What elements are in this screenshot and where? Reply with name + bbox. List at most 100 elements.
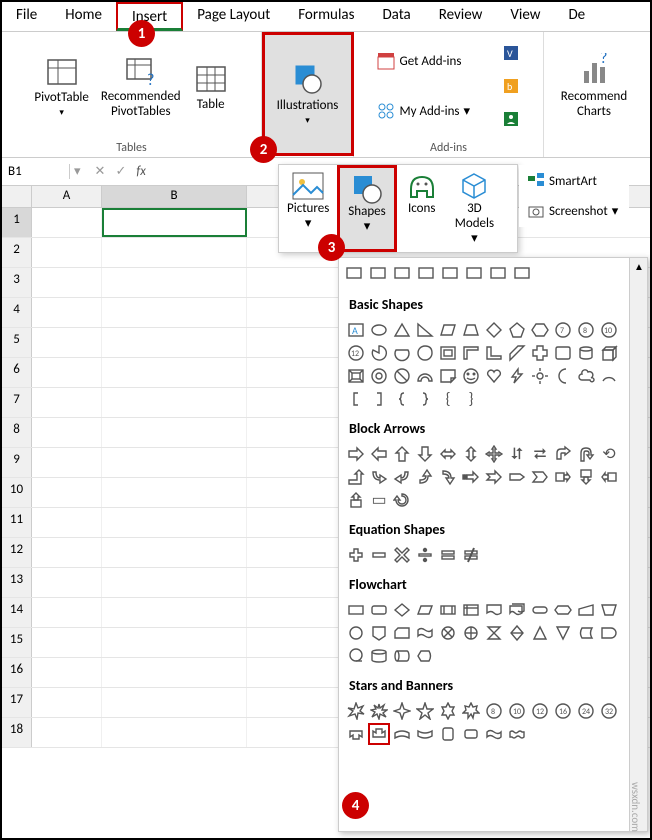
shape-brackets[interactable]: } xyxy=(460,388,482,410)
cell[interactable] xyxy=(102,568,247,597)
shape-multidoc[interactable] xyxy=(506,599,528,621)
shape-rect[interactable] xyxy=(343,262,365,284)
shape-arrow-circular[interactable] xyxy=(391,489,413,511)
cancel-icon[interactable]: ✕ xyxy=(95,164,106,179)
people-icon[interactable] xyxy=(502,110,520,128)
shape-connector[interactable] xyxy=(345,622,367,644)
row-header-11[interactable]: 11 xyxy=(2,508,32,537)
row-header-2[interactable]: 2 xyxy=(2,238,32,267)
shape-ribbon-curved-up[interactable] xyxy=(391,723,413,745)
shape-predefined[interactable] xyxy=(437,599,459,621)
smartart-button[interactable]: SmartArt xyxy=(523,169,625,193)
cell[interactable] xyxy=(102,538,247,567)
row-header-18[interactable]: 18 xyxy=(2,718,32,747)
row-header-14[interactable]: 14 xyxy=(2,598,32,627)
tab-review[interactable]: Review xyxy=(425,2,497,31)
shape-sort[interactable] xyxy=(506,622,528,644)
row-header-15[interactable]: 15 xyxy=(2,628,32,657)
pivot-table-button[interactable]: PivotTable ▾ xyxy=(28,36,95,136)
shape-can[interactable] xyxy=(575,342,597,364)
shape-divide[interactable] xyxy=(414,544,436,566)
row-header-1[interactable]: 1 xyxy=(2,208,32,237)
shape-arrow-bent-up[interactable] xyxy=(345,466,367,488)
shape-right-triangle[interactable] xyxy=(414,319,436,341)
cell[interactable] xyxy=(32,628,102,657)
bing-icon[interactable]: b xyxy=(502,77,520,95)
cell[interactable] xyxy=(32,268,102,297)
shape-decagon[interactable]: 10 xyxy=(598,319,620,341)
shape-delay[interactable] xyxy=(598,622,620,644)
shape-equals[interactable] xyxy=(437,544,459,566)
shape-data[interactable] xyxy=(414,599,436,621)
shape-arrow-home[interactable] xyxy=(506,466,528,488)
name-box-dropdown[interactable]: ▾ xyxy=(70,164,85,179)
shape-not-equal[interactable] xyxy=(460,544,482,566)
cell[interactable] xyxy=(102,298,247,327)
row-header-16[interactable]: 16 xyxy=(2,658,32,687)
shape-cross[interactable] xyxy=(529,342,551,364)
shape-plus[interactable] xyxy=(345,544,367,566)
shape-process[interactable] xyxy=(345,599,367,621)
tab-developer[interactable]: De xyxy=(554,2,599,31)
select-all-corner[interactable] xyxy=(2,186,32,207)
row-header-8[interactable]: 8 xyxy=(2,418,32,447)
shape-pie[interactable] xyxy=(368,342,390,364)
row-header-10[interactable]: 10 xyxy=(2,478,32,507)
shape-arrow[interactable]: ⟲ xyxy=(598,443,620,465)
shape-arrow-callout[interactable]: ▭ xyxy=(368,489,390,511)
cell[interactable] xyxy=(102,418,247,447)
shape-explosion2[interactable] xyxy=(368,700,390,722)
tab-formulas[interactable]: Formulas xyxy=(284,2,368,31)
shape-dodecagon[interactable]: 12 xyxy=(345,342,367,364)
shape-rect[interactable] xyxy=(367,262,389,284)
shape-manual-op[interactable] xyxy=(598,599,620,621)
shape-arrow-lr[interactable] xyxy=(437,443,459,465)
row-header-3[interactable]: 3 xyxy=(2,268,32,297)
tab-home[interactable]: Home xyxy=(51,2,116,31)
shape-rect[interactable] xyxy=(439,262,461,284)
shape-junction[interactable] xyxy=(437,622,459,644)
shape-ribbon-down[interactable] xyxy=(368,723,390,745)
shape-star6[interactable] xyxy=(437,700,459,722)
shape-moon[interactable] xyxy=(552,365,574,387)
shape-teardrop[interactable] xyxy=(414,342,436,364)
shape-manual-input[interactable] xyxy=(575,599,597,621)
shape-star16[interactable]: 16 xyxy=(552,700,574,722)
shape-stored-data[interactable] xyxy=(575,622,597,644)
shape-wave[interactable] xyxy=(483,723,505,745)
shape-merge[interactable] xyxy=(552,622,574,644)
shape-half-frame[interactable] xyxy=(460,342,482,364)
shape-no-symbol[interactable] xyxy=(391,365,413,387)
cell[interactable] xyxy=(102,388,247,417)
cell[interactable] xyxy=(32,448,102,477)
shape-arrow[interactable]: ⮂ xyxy=(529,443,551,465)
cell[interactable] xyxy=(102,658,247,687)
shape-terminator[interactable] xyxy=(529,599,551,621)
shape-arrow-bent[interactable] xyxy=(552,443,574,465)
cell[interactable] xyxy=(32,718,102,747)
shape-rect[interactable] xyxy=(415,262,437,284)
cell[interactable] xyxy=(102,718,247,747)
shape-star24[interactable]: 24 xyxy=(575,700,597,722)
row-header-13[interactable]: 13 xyxy=(2,568,32,597)
shape-diag-stripe[interactable] xyxy=(506,342,528,364)
shape-arrow-left[interactable] xyxy=(368,443,390,465)
shape-offpage[interactable] xyxy=(368,622,390,644)
cell[interactable] xyxy=(102,268,247,297)
cell-b1[interactable] xyxy=(102,208,247,237)
shape-arrow-callout-l[interactable] xyxy=(598,466,620,488)
shape-horizontal-scroll[interactable] xyxy=(460,723,482,745)
shape-arrow-up[interactable] xyxy=(391,443,413,465)
cell[interactable] xyxy=(32,568,102,597)
shape-brace-r[interactable] xyxy=(414,388,436,410)
shape-hexagon[interactable] xyxy=(529,319,551,341)
row-header-4[interactable]: 4 xyxy=(2,298,32,327)
shape-arrow-curved-l[interactable] xyxy=(391,466,413,488)
shape-vertical-scroll[interactable] xyxy=(437,723,459,745)
shape-textbox[interactable]: A xyxy=(345,319,367,341)
cell[interactable] xyxy=(32,478,102,507)
shape-preparation[interactable] xyxy=(552,599,574,621)
enter-icon[interactable]: ✓ xyxy=(115,164,126,179)
cell[interactable] xyxy=(32,508,102,537)
shape-arrow-callout-d[interactable] xyxy=(575,466,597,488)
